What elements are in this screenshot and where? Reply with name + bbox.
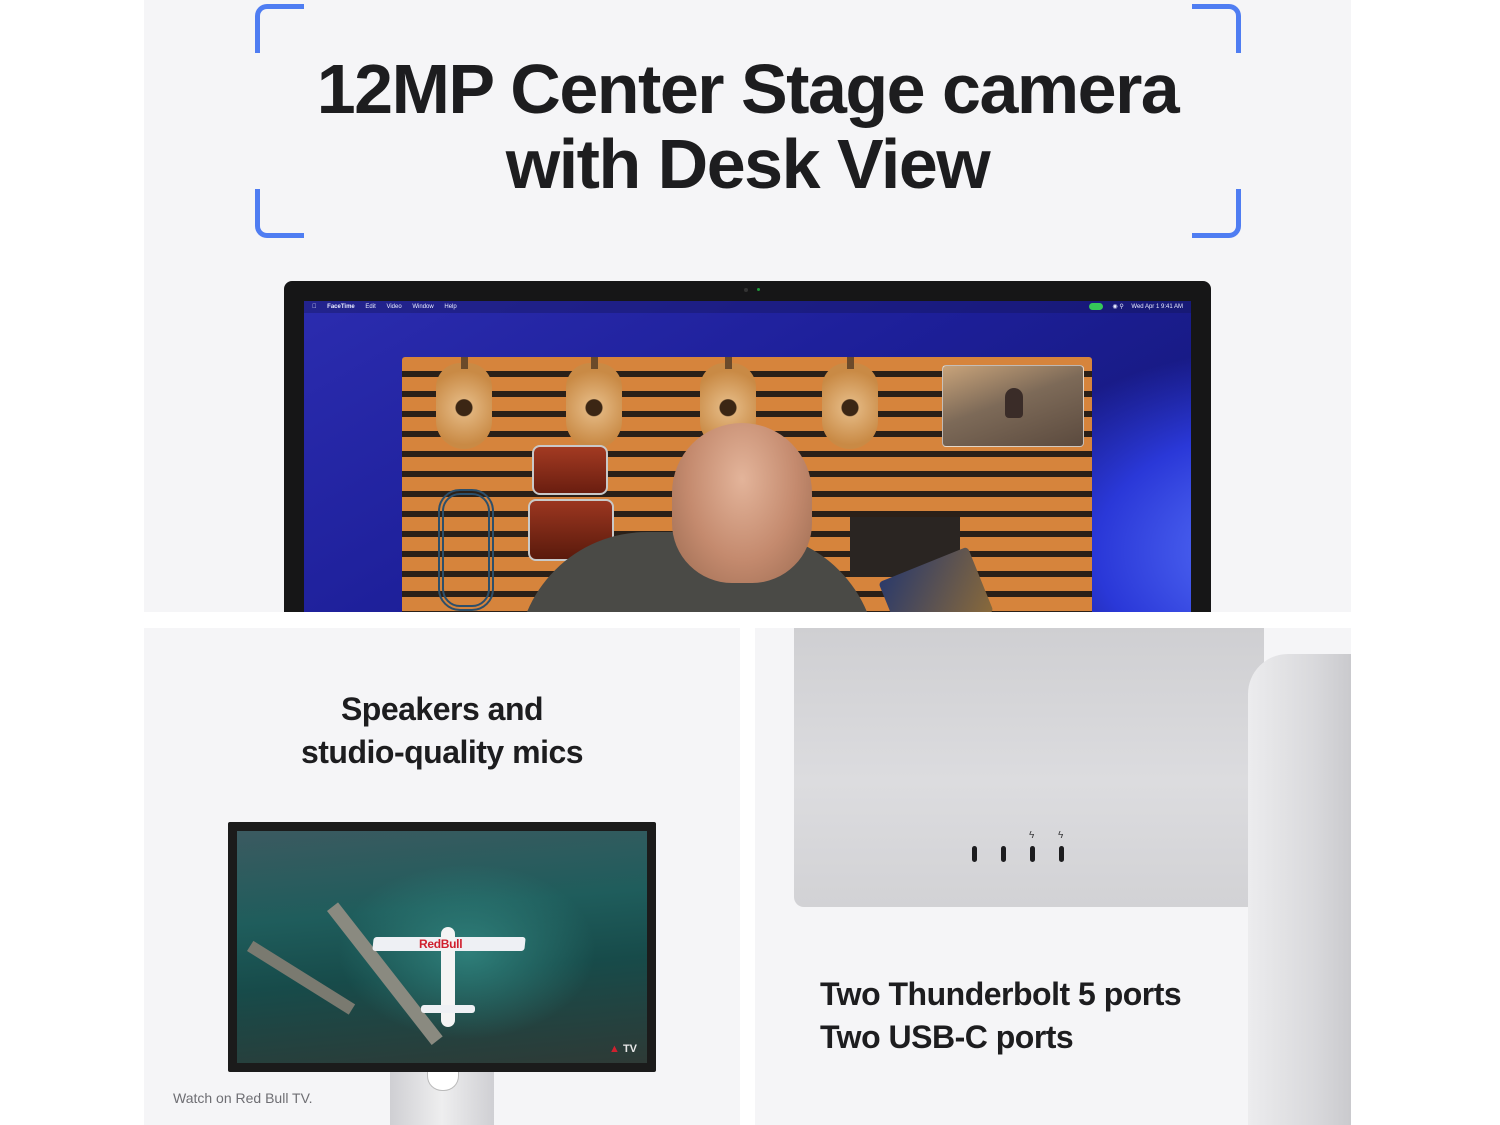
- frame-corner-top-left: [255, 4, 304, 53]
- airplane-image: RedBull: [372, 927, 526, 1037]
- speakers-line-2: studio-quality mics: [300, 734, 584, 770]
- ports-line-1: Two Thunderbolt 5 ports: [820, 976, 1182, 1012]
- camera-lens: [744, 288, 748, 292]
- stand-cable-hole: [427, 1072, 459, 1091]
- ports-feature-panel: ϟ ϟ Two Thunderbolt 5 ports Two USB-C po…: [755, 628, 1351, 1125]
- red-bull-tv-logo: ▲ TV: [609, 1043, 637, 1055]
- bull-logo-icon: ▲: [608, 1043, 620, 1055]
- thunderbolt-port: [1030, 846, 1035, 862]
- display-back-panel: ϟ ϟ: [794, 628, 1264, 907]
- remote-participant: [1005, 388, 1023, 418]
- guitar-image: [566, 357, 622, 449]
- drum-image: [532, 445, 608, 495]
- camera-indicator-light: [757, 288, 760, 291]
- runway-image: [247, 940, 356, 1015]
- wifi-icon[interactable]: ◉: [1112, 304, 1117, 310]
- picture-in-picture-self-view[interactable]: [942, 365, 1084, 447]
- camera-in-use-icon[interactable]: [1088, 302, 1103, 310]
- usb-c-port: [1001, 846, 1006, 862]
- guitar-image: [822, 357, 878, 449]
- menu-bar-left:  FaceTime Edit Video Window Help: [312, 301, 466, 313]
- coiled-cables-image: [438, 489, 494, 611]
- red-bull-video-screen[interactable]: RedBull ▲ TV: [237, 831, 647, 1063]
- person-head: [672, 423, 812, 583]
- studio-display:  FaceTime Edit Video Window Help ◉ ⚲ We…: [284, 281, 1211, 612]
- menu-bar-status: ◉ ⚲ Wed Apr 1 9:41 AM: [1088, 301, 1183, 313]
- display-stand-arm: [1248, 654, 1351, 1125]
- display-stand: [390, 1072, 494, 1125]
- display-screen:  FaceTime Edit Video Window Help ◉ ⚲ We…: [304, 301, 1191, 612]
- usb-c-port: [972, 846, 977, 862]
- studio-display-front: RedBull ▲ TV: [228, 822, 656, 1072]
- menu-window[interactable]: Window: [412, 304, 433, 310]
- apple-menu-icon[interactable]: : [312, 304, 317, 310]
- plane-tail: [421, 1005, 475, 1013]
- headline-line-2: with Desk View: [505, 125, 991, 203]
- tv-logo-text: TV: [622, 1043, 637, 1055]
- headline-line-1: 12MP Center Stage camera: [316, 50, 1180, 128]
- camera-feature-panel: 12MP Center Stage camera with Desk View …: [144, 0, 1351, 612]
- ports-headline: Two Thunderbolt 5 ports Two USB-C ports: [820, 973, 1182, 1059]
- thunderbolt-icon: ϟ: [1058, 830, 1064, 841]
- facetime-video-call: [402, 357, 1092, 612]
- menu-video[interactable]: Video: [386, 304, 401, 310]
- mac-menu-bar:  FaceTime Edit Video Window Help ◉ ⚲ We…: [304, 301, 1191, 313]
- thunderbolt-port: [1059, 846, 1064, 862]
- speakers-headline: Speakers and studio-quality mics: [144, 688, 740, 774]
- frame-corner-top-right: [1192, 4, 1241, 53]
- menu-facetime[interactable]: FaceTime: [327, 304, 355, 310]
- thunderbolt-icon: ϟ: [1029, 830, 1035, 841]
- red-bull-wing-logo: RedBull: [419, 937, 463, 951]
- menu-bar-clock[interactable]: Wed Apr 1 9:41 AM: [1131, 304, 1183, 310]
- camera-headline: 12MP Center Stage camera with Desk View: [144, 52, 1351, 202]
- speakers-line-1: Speakers and: [340, 691, 544, 727]
- speakers-feature-panel: Speakers and studio-quality mics RedBull…: [144, 628, 740, 1125]
- search-icon[interactable]: ⚲: [1119, 304, 1123, 310]
- guitar-image: [436, 357, 492, 449]
- menu-help[interactable]: Help: [444, 304, 456, 310]
- video-caption: Watch on Red Bull TV.: [173, 1090, 313, 1106]
- menu-edit[interactable]: Edit: [365, 304, 375, 310]
- ports-line-2: Two USB-C ports: [820, 1019, 1074, 1055]
